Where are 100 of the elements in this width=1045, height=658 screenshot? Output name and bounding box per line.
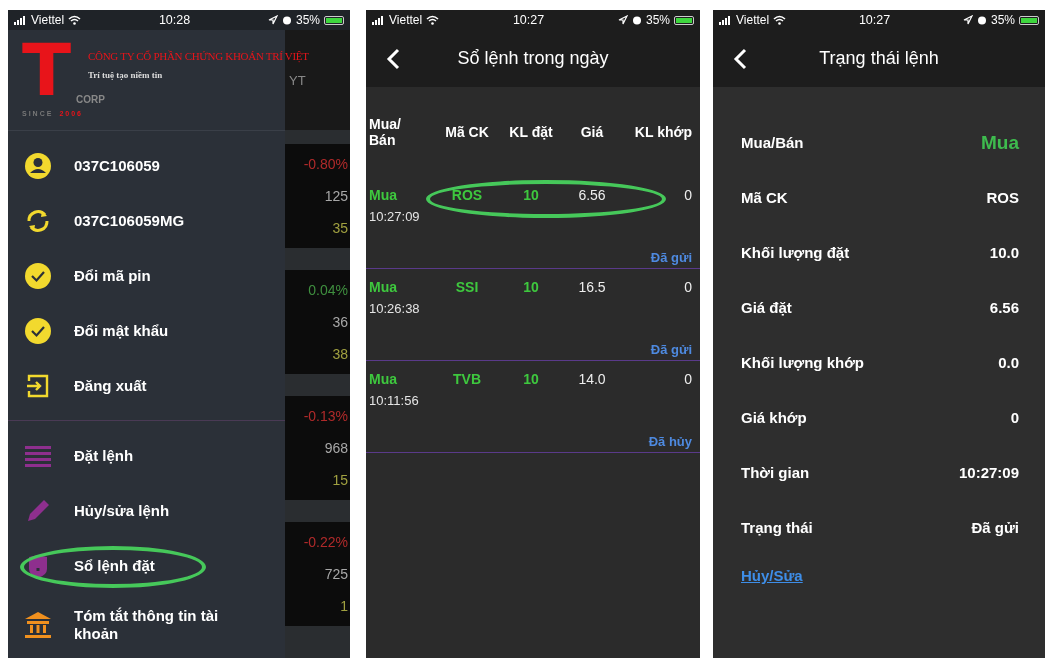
battery-icon: [674, 15, 694, 25]
field-label: Mua/Bán: [741, 134, 804, 151]
menu-item[interactable]: Đổi mã pin: [8, 248, 285, 303]
order-status: Đã gửi: [650, 342, 692, 357]
price-cell-text: 35: [332, 219, 348, 238]
list-icon: [25, 444, 51, 467]
corp-label: CORP: [76, 94, 105, 105]
logout-icon: [25, 372, 51, 399]
screen-title: Trạng thái lệnh: [819, 48, 939, 69]
field-value: ROS: [986, 189, 1019, 206]
field-label: Thời gian: [741, 464, 810, 481]
clock-time: 10:28: [158, 13, 191, 27]
field-label: Khối lượng khớp: [741, 354, 864, 371]
stock-code: SSI: [454, 279, 480, 295]
carrier-name: Viettel: [736, 13, 770, 27]
order-time: 10:11:56: [369, 393, 420, 408]
matched-quantity: 0: [683, 371, 692, 387]
price-cell-text: 968: [324, 439, 348, 458]
signal-icon: [14, 15, 27, 25]
order-time: 10:26:38: [369, 301, 421, 316]
check-icon: [24, 316, 52, 345]
clock-time: 10:27: [512, 13, 545, 27]
price-cell-text: 1: [340, 597, 348, 616]
price-cell-text: 36: [332, 313, 348, 332]
price-cell-text: -0.22%: [303, 533, 348, 552]
wifi-icon: [68, 15, 82, 25]
battery-icon: [324, 15, 344, 25]
menu-item[interactable]: Đăng xuất: [8, 358, 285, 413]
check-icon: [24, 261, 52, 290]
carrier-name: Viettel: [31, 13, 65, 27]
stock-code: TVB: [452, 371, 482, 387]
location-icon: [267, 15, 278, 25]
field-value: 10:27:09: [958, 464, 1019, 481]
field-value: Mua: [981, 131, 1019, 154]
location-icon: [617, 15, 628, 25]
order-time: 10:27:09: [369, 209, 421, 224]
battery-percent: 35%: [645, 13, 670, 27]
logo-letter: T: [22, 34, 72, 106]
order-row[interactable]: Mua 10:26:38 SSI 10 16.5 0 Đã gửi: [366, 269, 700, 361]
menu-item[interactable]: 037C106059MG: [8, 193, 285, 248]
order-side: Mua: [369, 187, 398, 203]
back-icon[interactable]: [386, 47, 400, 70]
order-row[interactable]: Mua 10:27:09 ROS 10 6.56 0 Đã gửi: [366, 177, 700, 269]
bank-icon: [24, 611, 52, 639]
field-label: Giá khớp: [741, 409, 807, 426]
signal-icon: [719, 15, 732, 25]
field-label: Khối lượng đặt: [741, 244, 850, 261]
field-value: Đã gửi: [971, 519, 1019, 536]
field-label: Giá đặt: [741, 299, 792, 316]
price-cell-text: 38: [332, 345, 348, 364]
location-icon: [962, 15, 973, 25]
screen-title: Sổ lệnh trong ngày: [457, 48, 609, 69]
battery-percent: 35%: [990, 13, 1015, 27]
order-quantity: 10: [522, 187, 540, 203]
field-value: 6.56: [989, 299, 1019, 316]
field-value: 10.0: [989, 244, 1019, 261]
menu-item[interactable]: Tóm tắt thông tin tài khoản: [8, 593, 285, 657]
menu-item[interactable]: Đổi mật khẩu: [8, 303, 285, 358]
order-status: Đã hủy: [648, 434, 692, 449]
menu-item[interactable]: Đặt lệnh: [8, 428, 285, 483]
menu-item[interactable]: Hủy/sửa lệnh: [8, 483, 285, 538]
column-header: Mua/ Bán: [369, 116, 402, 148]
column-header: KL khớp: [633, 124, 692, 140]
pencil-icon: [25, 497, 51, 524]
wifi-icon: [426, 15, 440, 25]
column-header: KL đặt: [508, 124, 554, 140]
matched-quantity: 0: [683, 187, 692, 203]
carrier-name: Viettel: [389, 13, 423, 27]
price-cell-text: 125: [324, 187, 348, 206]
order-quantity: 10: [522, 279, 540, 295]
field-value: 0.0: [998, 354, 1019, 371]
price-cell-text: 725: [324, 565, 348, 584]
field-label: Trạng thái: [741, 519, 813, 536]
back-icon[interactable]: [733, 47, 747, 70]
menu-item[interactable]: 037C106059: [8, 138, 285, 193]
order-price: 14.0: [577, 371, 607, 387]
price-cell-text: -0.13%: [303, 407, 348, 426]
company-name: CÔNG TY CỔ PHẦN CHỨNG KHOÁN TRÍ VIỆT: [88, 50, 309, 62]
wifi-icon: [773, 15, 787, 25]
clock-time: 10:27: [858, 13, 891, 27]
stock-code: ROS: [450, 187, 484, 203]
order-status: Đã gửi: [650, 250, 692, 265]
order-row[interactable]: Mua 10:11:56 TVB 10 14.0 0 Đã hủy: [366, 361, 700, 453]
column-header: YT: [289, 72, 306, 88]
battery-icon: [1019, 15, 1039, 25]
user-icon: [24, 151, 52, 180]
field-label: Mã CK: [741, 189, 788, 206]
price-cell-text: 0.04%: [308, 281, 348, 300]
menu-item[interactable]: Sổ lệnh đặt: [8, 538, 285, 593]
order-price: 6.56: [577, 187, 607, 203]
order-quantity: 10: [522, 371, 540, 387]
order-side: Mua: [369, 371, 398, 387]
price-cell-text: 15: [332, 471, 348, 490]
price-cell-text: -0.80%: [303, 155, 348, 174]
signal-icon: [372, 15, 385, 25]
cancel-edit-link[interactable]: Hủy/Sửa: [741, 567, 803, 584]
order-side: Mua: [369, 279, 398, 295]
order-price: 16.5: [577, 279, 607, 295]
column-header: Giá: [579, 124, 605, 140]
field-value: 0: [1010, 409, 1019, 426]
